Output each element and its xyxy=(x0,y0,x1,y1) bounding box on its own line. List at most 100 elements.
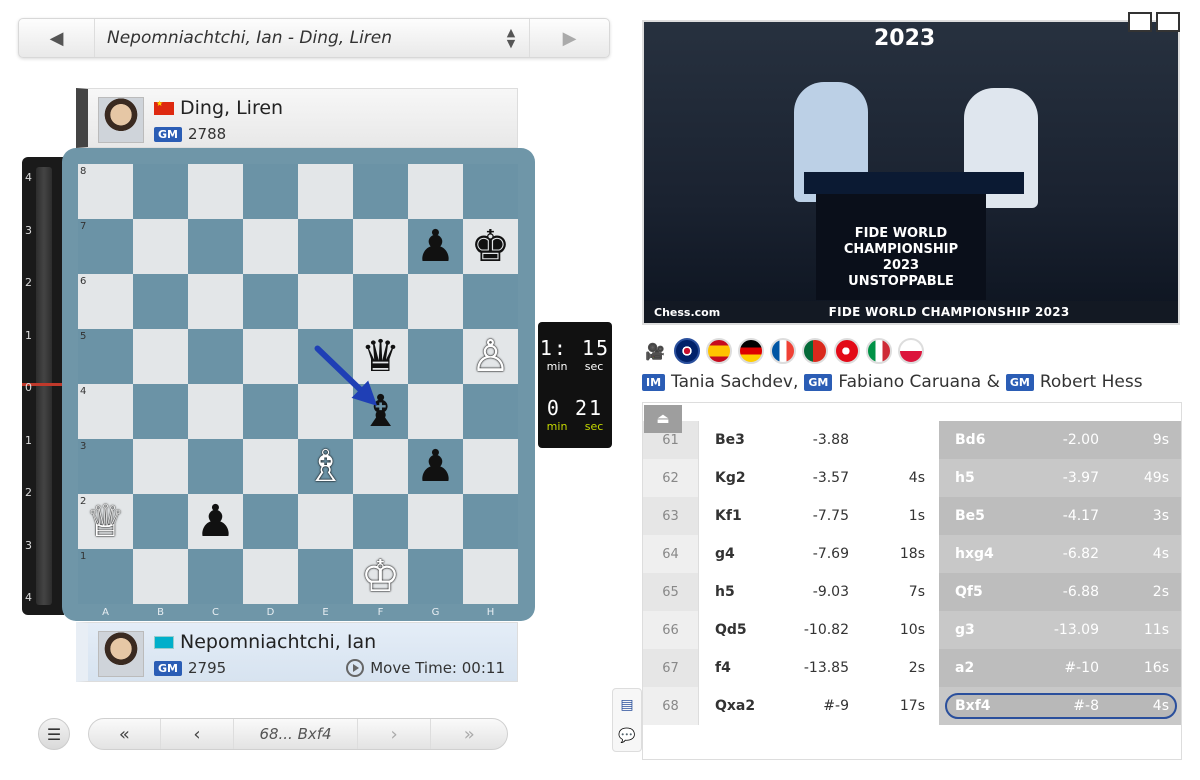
square-f5[interactable]: ♛ xyxy=(353,329,408,384)
notation-icon[interactable]: ▤ xyxy=(620,697,633,713)
square-f7[interactable] xyxy=(353,219,408,274)
square-e2[interactable] xyxy=(298,494,353,549)
next-game-button[interactable]: ▶ xyxy=(529,19,609,57)
flag-fr-icon[interactable] xyxy=(770,338,796,364)
prev-move-button[interactable]: ‹ xyxy=(161,719,235,749)
square-e8[interactable] xyxy=(298,164,353,219)
square-g7[interactable]: ♟ xyxy=(408,219,463,274)
black-move-cell[interactable]: g3 -13.09 11s xyxy=(939,611,1181,649)
square-h7[interactable]: ♚ xyxy=(463,219,518,274)
black-move[interactable]: Qf5 xyxy=(939,584,1019,600)
black-move-cell[interactable]: Qf5 -6.88 2s xyxy=(939,573,1181,611)
square-g3[interactable]: ♟ xyxy=(408,439,463,494)
square-h1[interactable]: H xyxy=(463,549,518,618)
square-c3[interactable] xyxy=(188,439,243,494)
game-selector[interactable]: ◀ Nepomniachtchi, Ian - Ding, Liren ▲ ▼ … xyxy=(18,18,610,58)
square-a8[interactable]: 8 xyxy=(78,164,133,219)
black-move-cell[interactable]: hxg4 -6.82 4s xyxy=(939,535,1181,573)
black-move-cell[interactable]: Be5 -4.17 3s xyxy=(939,497,1181,535)
square-d6[interactable] xyxy=(243,274,298,329)
square-h5[interactable]: ♙ xyxy=(463,329,518,384)
camera-icon[interactable]: 🎥 xyxy=(642,338,668,364)
square-b3[interactable] xyxy=(133,439,188,494)
square-f2[interactable] xyxy=(353,494,408,549)
next-move-button[interactable]: › xyxy=(358,719,432,749)
flag-pl-icon[interactable] xyxy=(898,338,924,364)
black-move-cell[interactable]: h5 -3.97 49s xyxy=(939,459,1181,497)
live-video[interactable]: 2023 FIDE WORLD CHAMPIONSHIP 2023 UNSTOP… xyxy=(642,20,1180,325)
square-c7[interactable] xyxy=(188,219,243,274)
square-b5[interactable] xyxy=(133,329,188,384)
black-bishop-f4-icon[interactable]: ♝ xyxy=(361,389,400,434)
square-a2[interactable]: 2 ♕ xyxy=(78,494,133,549)
square-d8[interactable] xyxy=(243,164,298,219)
square-h4[interactable] xyxy=(463,384,518,439)
square-g8[interactable] xyxy=(408,164,463,219)
popout-icon[interactable] xyxy=(1128,12,1152,32)
square-g4[interactable] xyxy=(408,384,463,439)
square-b4[interactable] xyxy=(133,384,188,439)
square-a1[interactable]: 1A xyxy=(78,549,133,618)
white-move[interactable]: Kg2 xyxy=(699,459,769,497)
square-g5[interactable] xyxy=(408,329,463,384)
black-move-cell[interactable]: Bd6 -2.00 9s xyxy=(939,421,1181,459)
prev-game-button[interactable]: ◀ xyxy=(19,19,95,57)
black-move-cell[interactable]: Bxf4 #-8 4s xyxy=(939,687,1181,725)
black-move[interactable]: g3 xyxy=(939,622,1019,638)
white-pawn-h5-icon[interactable]: ♙ xyxy=(471,334,510,379)
white-move[interactable]: h5 xyxy=(699,573,769,611)
square-c1[interactable]: C xyxy=(188,549,243,618)
square-d7[interactable] xyxy=(243,219,298,274)
flag-de-icon[interactable] xyxy=(738,338,764,364)
black-move-cell[interactable]: a2 #-10 16s xyxy=(939,649,1181,687)
square-d2[interactable] xyxy=(243,494,298,549)
menu-button[interactable]: ☰ xyxy=(38,718,70,750)
square-d3[interactable] xyxy=(243,439,298,494)
square-a7[interactable]: 7 xyxy=(78,219,133,274)
square-b1[interactable]: B xyxy=(133,549,188,618)
black-pawn-g3-icon[interactable]: ♟ xyxy=(416,444,455,489)
chess-board[interactable]: 8 7 ♟ ♚ 6 5 ♛ ♙ 4 ♝ 3 ♗ ♟ 2 ♕ ♟ 1 A B C D E F ♔ G H xyxy=(78,164,518,618)
square-e5[interactable] xyxy=(298,329,353,384)
square-c6[interactable] xyxy=(188,274,243,329)
white-move[interactable]: Qd5 xyxy=(699,611,769,649)
square-e6[interactable] xyxy=(298,274,353,329)
square-a5[interactable]: 5 xyxy=(78,329,133,384)
square-c4[interactable] xyxy=(188,384,243,439)
square-d1[interactable]: D xyxy=(243,549,298,618)
last-move-button[interactable]: » xyxy=(431,719,507,749)
black-pawn-c2-icon[interactable]: ♟ xyxy=(196,499,235,544)
first-move-button[interactable]: « xyxy=(89,719,161,749)
square-a6[interactable]: 6 xyxy=(78,274,133,329)
square-e7[interactable] xyxy=(298,219,353,274)
square-f1[interactable]: F ♔ xyxy=(353,549,408,618)
chat-icon[interactable]: 💬 xyxy=(618,728,635,744)
square-a4[interactable]: 4 xyxy=(78,384,133,439)
black-move[interactable]: Be5 xyxy=(939,508,1019,524)
white-move[interactable]: f4 xyxy=(699,649,769,687)
black-queen-f5-icon[interactable]: ♛ xyxy=(361,334,400,379)
square-f3[interactable] xyxy=(353,439,408,494)
fullscreen-icon[interactable] xyxy=(1156,12,1180,32)
square-c2[interactable]: ♟ xyxy=(188,494,243,549)
white-move[interactable]: Be3 xyxy=(699,421,769,459)
square-h2[interactable] xyxy=(463,494,518,549)
square-e1[interactable]: E xyxy=(298,549,353,618)
square-g2[interactable] xyxy=(408,494,463,549)
square-c5[interactable] xyxy=(188,329,243,384)
square-b7[interactable] xyxy=(133,219,188,274)
scroll-up-button[interactable]: ⏏ xyxy=(644,405,682,433)
game-dropdown-toggle[interactable]: ▲ ▼ xyxy=(493,27,529,49)
square-c8[interactable] xyxy=(188,164,243,219)
square-e3[interactable]: ♗ xyxy=(298,439,353,494)
white-move[interactable]: Kf1 xyxy=(699,497,769,535)
square-b8[interactable] xyxy=(133,164,188,219)
flag-es-icon[interactable] xyxy=(706,338,732,364)
square-e4[interactable] xyxy=(298,384,353,439)
black-move[interactable]: Bxf4 xyxy=(939,698,1019,714)
black-move[interactable]: a2 xyxy=(939,660,1019,676)
white-move[interactable]: Qxa2 xyxy=(699,687,769,725)
square-f8[interactable] xyxy=(353,164,408,219)
square-b2[interactable] xyxy=(133,494,188,549)
white-king-f1-icon[interactable]: ♔ xyxy=(361,554,400,599)
